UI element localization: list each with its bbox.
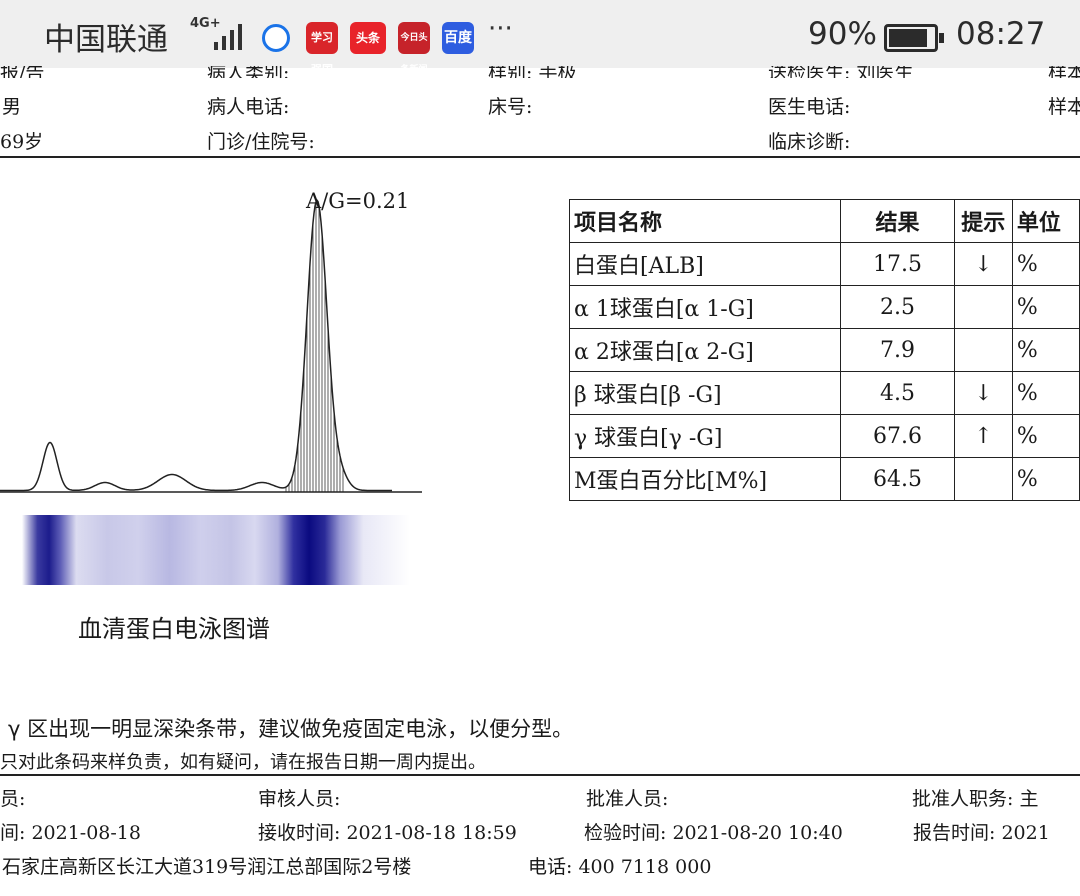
- lab-phone: 电话: 400 7118 000: [528, 856, 712, 878]
- item-flag: ↓: [953, 371, 1013, 415]
- clinical-diagnosis-label: 临床诊断:: [768, 131, 851, 153]
- ag-ratio-annotation: A/G=0.21: [305, 189, 409, 213]
- interpretation-remark: γ 区出现一明显深染条带，建议做免疫固定电泳，以便分型。: [8, 717, 574, 741]
- disclaimer-text: 只对此条码来样负责，如有疑问，请在报告日期一周内提出。: [0, 752, 486, 773]
- item-name: 白蛋白[ALB]: [568, 242, 842, 286]
- patient-age: 69岁: [0, 131, 44, 153]
- electrophoresis-curve: [0, 199, 392, 492]
- inspector-label: 员:: [0, 788, 26, 810]
- table-row: α 1球蛋白[α 1-G] 2.5 %: [568, 285, 1080, 329]
- battery-percent: 90%: [808, 16, 877, 52]
- table-row: γ 球蛋白[γ -G] 67.6 ↑ %: [568, 414, 1080, 458]
- cut-patient-type: 病人类别:: [207, 66, 290, 78]
- status-bar: 中国联通 4G+ 学习强国 头条 今日头条新闻 百度 ··· 90% 08:27: [0, 0, 1080, 76]
- cut-doctor: 送检医生: 刘医生: [768, 66, 914, 78]
- gamma-peak-hatching: [285, 201, 344, 492]
- header-result: 结果: [840, 199, 955, 243]
- collection-time: 间: 2021-08-18: [0, 822, 141, 844]
- item-unit: %: [1011, 328, 1080, 372]
- doctor-phone-label: 医生电话:: [768, 96, 851, 118]
- browser-app-icon: [262, 24, 290, 52]
- report-time: 报告时间: 2021: [913, 822, 1050, 844]
- item-name: α 2球蛋白[α 2-G]: [568, 328, 842, 372]
- item-flag: ↓: [953, 242, 1013, 286]
- item-result: 64.5: [840, 457, 955, 501]
- footer-divider: [0, 774, 1080, 776]
- sample-label: 样本: [1048, 96, 1080, 118]
- results-table: 项目名称 结果 提示 单位 白蛋白[ALB] 17.5 ↓ % α 1球蛋白[α…: [568, 199, 1080, 501]
- cut-report-label: 报/告: [0, 66, 45, 78]
- item-name: γ 球蛋白[γ -G]: [568, 414, 842, 458]
- item-flag: ↑: [953, 414, 1013, 458]
- table-row: 白蛋白[ALB] 17.5 ↓ %: [568, 242, 1080, 286]
- item-flag: [953, 328, 1013, 372]
- header-flag: 提示: [953, 199, 1013, 243]
- battery-icon: [884, 24, 944, 52]
- item-name: M蛋白百分比[M%]: [568, 457, 842, 501]
- test-time: 检验时间: 2021-08-20 10:40: [584, 822, 843, 844]
- header-divider: [0, 156, 1080, 158]
- more-icon: ···: [488, 14, 513, 44]
- news-app-icon: 今日头条新闻: [398, 22, 430, 75]
- electrophoresis-chart: A/G=0.21: [0, 189, 422, 493]
- xuexi-app-icon: 学习强国: [306, 22, 338, 76]
- item-result: 67.6: [840, 414, 955, 458]
- approver-label: 批准人员:: [586, 788, 669, 810]
- reviewer-label: 审核人员:: [258, 788, 341, 810]
- chart-caption: 血清蛋白电泳图谱: [78, 615, 270, 643]
- table-row: α 2球蛋白[α 2-G] 7.9 %: [568, 328, 1080, 372]
- cut-sample: 样本: [1048, 66, 1080, 78]
- table-header-row: 项目名称 结果 提示 单位: [568, 199, 1080, 243]
- item-unit: %: [1011, 285, 1080, 329]
- item-result: 7.9: [840, 328, 955, 372]
- item-name: β 球蛋白[β -G]: [568, 371, 842, 415]
- item-result: 17.5: [840, 242, 955, 286]
- cut-sample-type: 样别: 手极: [488, 66, 577, 78]
- table-row: β 球蛋白[β -G] 4.5 ↓ %: [568, 371, 1080, 415]
- item-unit: %: [1011, 371, 1080, 415]
- item-name: α 1球蛋白[α 1-G]: [568, 285, 842, 329]
- item-flag: [953, 457, 1013, 501]
- carrier-name: 中国联通: [44, 22, 168, 58]
- item-unit: %: [1011, 457, 1080, 501]
- baidu-app-icon: 百度: [442, 22, 474, 54]
- bed-number-label: 床号:: [488, 96, 533, 118]
- item-unit: %: [1011, 242, 1080, 286]
- item-result: 2.5: [840, 285, 955, 329]
- table-row: M蛋白百分比[M%] 64.5 %: [568, 457, 1080, 501]
- gel-electrophoresis-strip: [22, 515, 410, 585]
- item-flag: [953, 285, 1013, 329]
- header-unit: 单位: [1011, 199, 1080, 243]
- header-item-name: 项目名称: [568, 199, 842, 243]
- outpatient-number-label: 门诊/住院号:: [207, 131, 315, 153]
- item-result: 4.5: [840, 371, 955, 415]
- toutiao-app-icon: 头条: [350, 22, 386, 54]
- patient-phone-label: 病人电话:: [207, 96, 290, 118]
- lab-address: 石家庄高新区长江大道319号润江总部国际2号楼: [2, 856, 412, 878]
- item-unit: %: [1011, 414, 1080, 458]
- clock: 08:27: [956, 16, 1046, 52]
- signal-strength-icon: [214, 24, 242, 50]
- approver-title-label: 批准人职务: 主: [912, 788, 1039, 810]
- receive-time: 接收时间: 2021-08-18 18:59: [258, 822, 517, 844]
- patient-gender: 男: [2, 96, 22, 118]
